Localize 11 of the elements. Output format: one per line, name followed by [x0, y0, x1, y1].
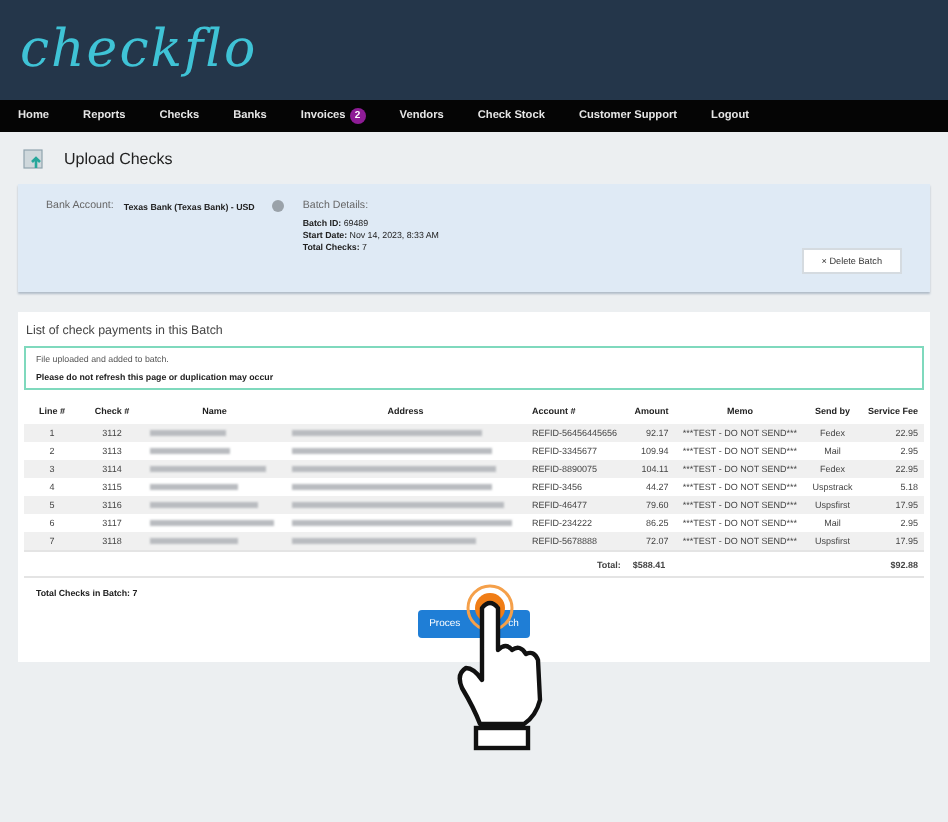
logo: checkflo	[20, 20, 258, 80]
blurred-name	[150, 430, 226, 437]
blurred-name	[150, 538, 238, 545]
info-icon	[272, 200, 285, 212]
blurred-name	[150, 448, 230, 455]
upload-icon	[22, 146, 46, 170]
blurred-name	[150, 502, 258, 509]
page-title: Upload Checks	[64, 149, 173, 167]
blurred-name	[150, 520, 274, 527]
blurred-name	[150, 484, 238, 491]
blurred-name	[150, 466, 266, 473]
